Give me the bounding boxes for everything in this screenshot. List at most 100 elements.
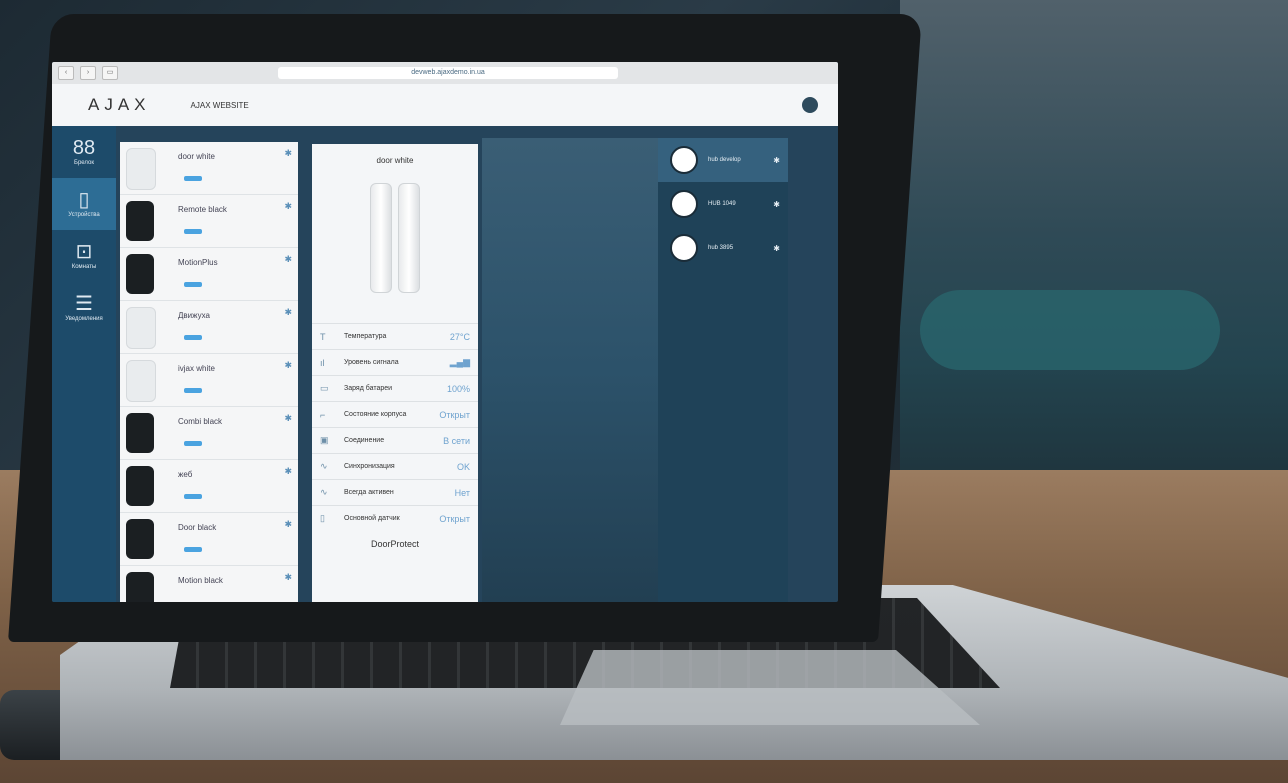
- gear-icon[interactable]: ✱: [773, 200, 780, 209]
- sidebar-icon[interactable]: ▭: [102, 66, 118, 80]
- nav-label: Комнаты: [71, 264, 97, 270]
- gear-icon[interactable]: ✱: [284, 148, 292, 159]
- back-icon[interactable]: ‹: [58, 66, 74, 80]
- nav-rail: 88 Брелок ▯ Устройства ⊡ Комнаты ☰ Уведо…: [52, 126, 116, 602]
- detail-title: door white: [376, 156, 414, 165]
- signal-badge: [184, 335, 202, 340]
- nav-label: Брелок: [74, 160, 94, 166]
- status-label: Всегда активен: [344, 489, 394, 496]
- devices-icon: ▯: [78, 189, 90, 211]
- hub-name: HUB 1049: [708, 201, 736, 207]
- room-photo: [482, 138, 658, 602]
- status-row: ▯ Основной датчик Открыт: [312, 505, 478, 531]
- hub-avatar: [670, 190, 698, 218]
- hub-item[interactable]: hub 3895 ✱: [658, 226, 788, 270]
- site-name: AJAX WEBSITE: [190, 100, 249, 110]
- hub-avatar: [670, 146, 698, 174]
- status-label: Уровень сигнала: [344, 359, 399, 366]
- device-name: жеб: [178, 470, 193, 479]
- hub-name: hub 3895: [708, 245, 734, 251]
- rooms-icon: ⊡: [75, 241, 93, 263]
- list-item[interactable]: Remote black ✱: [120, 195, 298, 248]
- device-thumbnail: [126, 519, 154, 559]
- status-row: T Температура 27°C: [312, 323, 478, 349]
- status-row: ▣ Соединение В сети: [312, 427, 478, 453]
- hub-item[interactable]: HUB 1049 ✱: [658, 182, 788, 226]
- status-value: 27°C: [449, 331, 470, 342]
- gear-icon[interactable]: ✱: [284, 519, 292, 530]
- device-list: door white ✱ Remote black ✱ MotionPlus ✱ Дв…: [120, 142, 298, 602]
- nav-item-group[interactable]: 88 Брелок: [52, 126, 116, 178]
- gear-icon[interactable]: ✱: [284, 360, 292, 371]
- address-bar[interactable]: devweb.ajaxdemo.in.ua: [278, 67, 618, 79]
- sync-icon: ∿: [320, 461, 328, 471]
- device-thumbnail: [126, 254, 154, 294]
- status-value: 100%: [446, 383, 470, 394]
- gear-icon[interactable]: ✱: [284, 254, 292, 265]
- hub-avatar: [670, 234, 698, 262]
- device-status-list: T Температура 27°C ıl Уровень сигнала ▂▄▆ ▭ З…: [312, 323, 478, 531]
- hub-name: hub develop: [708, 157, 741, 163]
- status-label: Соединение: [344, 437, 385, 444]
- device-name: Combi black: [178, 417, 223, 426]
- laptop-screen: ‹ › ▭ devweb.ajaxdemo.in.ua AJAX AJAX WE…: [52, 62, 838, 602]
- nav-item-notifications[interactable]: ☰ Уведомления: [52, 282, 116, 334]
- list-item[interactable]: MotionPlus ✱: [120, 248, 298, 301]
- signal-badge: [184, 441, 202, 446]
- device-thumbnail: [126, 572, 154, 602]
- status-value: Открыт: [439, 513, 470, 524]
- status-label: Основной датчик: [344, 515, 400, 522]
- device-name: ivjax white: [178, 364, 215, 373]
- list-item[interactable]: Движуха ✱: [120, 301, 298, 354]
- gear-icon[interactable]: ✱: [773, 244, 780, 253]
- forward-icon[interactable]: ›: [80, 66, 96, 80]
- signal-badge: [184, 388, 202, 393]
- status-label: Температура: [344, 333, 387, 340]
- list-item[interactable]: Door black ✱: [120, 513, 298, 566]
- status-label: Состояние корпуса: [344, 411, 407, 418]
- device-thumbnail: [126, 466, 154, 506]
- hub-list: hub develop ✱ HUB 1049 ✱ hub 3895 ✱: [658, 138, 788, 602]
- nav-item-rooms[interactable]: ⊡ Комнаты: [52, 230, 116, 282]
- status-value: OK: [456, 461, 470, 472]
- hub-item[interactable]: hub develop ✱: [658, 138, 788, 182]
- main-sensor-icon: ▯: [320, 513, 325, 523]
- signal-icon: ıl: [320, 357, 325, 368]
- gear-icon[interactable]: ✱: [284, 413, 292, 424]
- group-icon: 88: [72, 137, 96, 159]
- browser-toolbar: ‹ › ▭ devweb.ajaxdemo.in.ua: [52, 62, 838, 84]
- background-sofa: [920, 290, 1220, 370]
- tamper-icon: ⌐: [320, 409, 326, 420]
- battery-icon: ▭: [320, 383, 329, 393]
- notifications-icon: ☰: [75, 293, 93, 315]
- list-item[interactable]: door white ✱: [120, 142, 298, 195]
- status-label: Заряд батареи: [344, 385, 393, 392]
- nav-label: Устройства: [68, 212, 100, 218]
- device-thumbnail: [126, 201, 154, 241]
- device-image: [370, 183, 420, 293]
- list-item[interactable]: жеб ✱: [120, 460, 298, 513]
- gear-icon[interactable]: ✱: [284, 572, 292, 583]
- avatar[interactable]: [802, 97, 818, 113]
- gear-icon[interactable]: ✱: [773, 156, 780, 165]
- gear-icon[interactable]: ✱: [284, 307, 292, 318]
- status-row: ⌐ Состояние корпуса Открыт: [312, 401, 478, 427]
- status-row: ıl Уровень сигнала ▂▄▆: [312, 349, 478, 375]
- nav-item-devices[interactable]: ▯ Устройства: [52, 178, 116, 230]
- device-thumbnail: [126, 307, 156, 349]
- gear-icon[interactable]: ✱: [284, 466, 292, 477]
- device-thumbnail: [126, 148, 156, 190]
- product-name: DoorProtect: [370, 539, 420, 549]
- list-item[interactable]: Motion black ✱: [120, 566, 298, 602]
- connection-icon: ▣: [320, 435, 329, 445]
- list-item[interactable]: ivjax white ✱: [120, 354, 298, 407]
- list-item[interactable]: Combi black ✱: [120, 407, 298, 460]
- background-room: [900, 0, 1288, 520]
- app-header: AJAX AJAX WEBSITE: [52, 84, 838, 126]
- gear-icon[interactable]: ✱: [284, 201, 292, 212]
- user-profile[interactable]: [802, 97, 818, 113]
- device-name: Door black: [178, 523, 217, 532]
- signal-badge: [184, 494, 202, 499]
- ajax-logo[interactable]: AJAX: [88, 95, 151, 115]
- device-thumbnail: [126, 360, 156, 402]
